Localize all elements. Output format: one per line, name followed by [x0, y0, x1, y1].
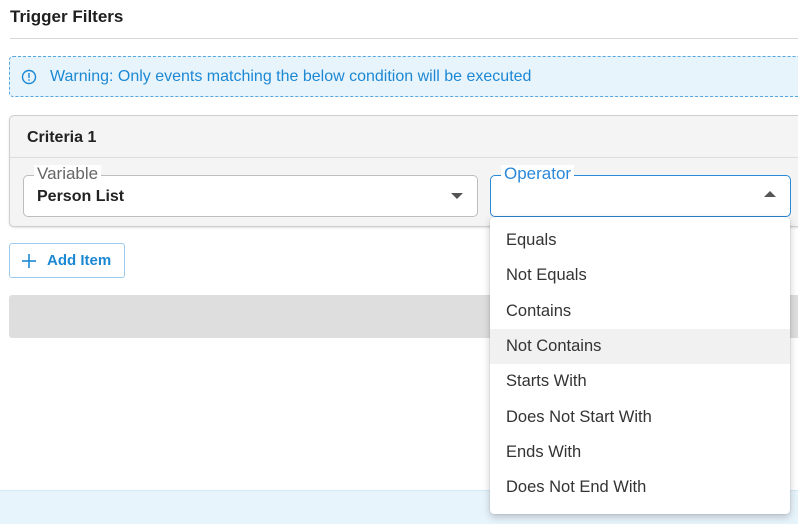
operator-label: Operator [501, 165, 575, 183]
variable-select[interactable]: Variable Person List [23, 165, 478, 217]
variable-label: Variable [34, 165, 102, 183]
criteria-panel: Criteria 1 Variable Person List Operator [9, 115, 798, 227]
warning-text: Warning: Only events matching the below … [50, 67, 532, 85]
criteria-header: Criteria 1 [10, 116, 798, 158]
menu-item-does-not-end-with[interactable]: Does Not End With [490, 470, 790, 505]
title-divider [10, 38, 798, 39]
add-item-label: Add Item [47, 252, 112, 269]
menu-item-not-equals[interactable]: Not Equals [490, 258, 790, 293]
criteria-title: Criteria 1 [27, 129, 97, 146]
menu-item-ends-with[interactable]: Ends With [490, 435, 790, 470]
operator-select[interactable]: Operator [490, 165, 791, 217]
chevron-up-icon[interactable] [764, 191, 776, 197]
plus-icon [21, 253, 37, 269]
info-circle-icon [21, 69, 37, 85]
menu-item-starts-with[interactable]: Starts With [490, 364, 790, 399]
menu-item-equals[interactable]: Equals [490, 223, 790, 258]
variable-value: Person List [37, 188, 125, 205]
page-title: Trigger Filters [10, 7, 124, 26]
warning-banner: Warning: Only events matching the below … [9, 56, 798, 97]
operator-dropdown-menu: Equals Not Equals Contains Not Contains … [490, 217, 790, 514]
menu-item-not-contains[interactable]: Not Contains [490, 328, 790, 365]
chevron-down-icon[interactable] [451, 193, 463, 199]
menu-item-contains[interactable]: Contains [490, 294, 790, 329]
add-item-button[interactable]: Add Item [9, 243, 125, 278]
menu-item-does-not-start-with[interactable]: Does Not Start With [490, 399, 790, 434]
